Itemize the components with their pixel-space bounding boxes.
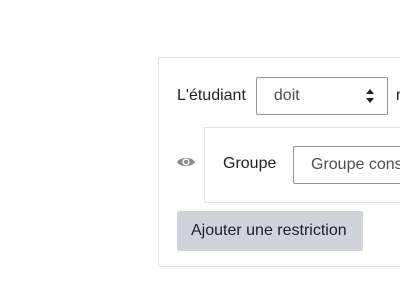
group-condition-box: Groupe Groupe cons	[204, 127, 400, 203]
group-select-value: Groupe cons	[311, 156, 400, 173]
match-text: r	[395, 87, 400, 104]
student-label: L'étudiant	[177, 87, 246, 104]
must-select[interactable]: doit	[255, 77, 388, 115]
group-label: Groupe	[223, 155, 277, 172]
page: L'étudiant doit r Groupe Groupe cons Ajo…	[0, 0, 400, 284]
updown-arrows-icon	[365, 89, 375, 103]
restriction-set-panel: L'étudiant doit r Groupe Groupe cons Ajo…	[158, 57, 400, 267]
add-restriction-button[interactable]: Ajouter une restriction	[177, 211, 363, 251]
eye-icon[interactable]	[176, 155, 196, 169]
group-select[interactable]: Groupe cons	[293, 146, 400, 184]
must-select-value: doit	[273, 87, 300, 104]
must-condition-row: L'étudiant doit r	[177, 76, 400, 116]
